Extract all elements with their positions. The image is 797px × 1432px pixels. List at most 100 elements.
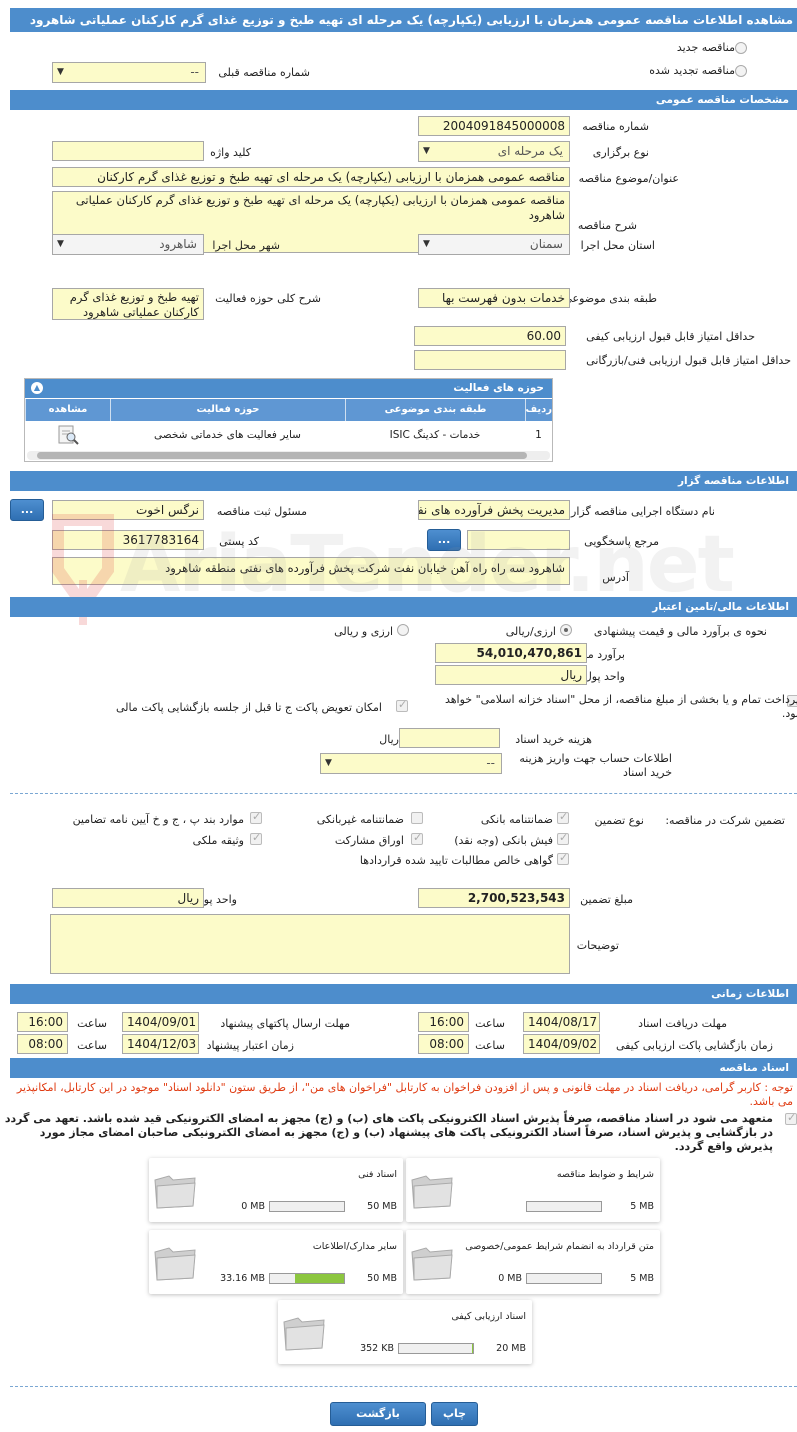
open-quality-label: زمان بازگشایی پاکت ارزیابی کیفی [615, 1039, 773, 1052]
province-label: استان محل اجرا [580, 239, 655, 252]
commitment-checkbox[interactable] [785, 1111, 797, 1125]
scope-field[interactable]: تهیه طبخ و توزیع غذای گرم کارکنان عملیات… [52, 288, 204, 320]
folder-icon [154, 1175, 196, 1209]
documents-header: اسناد مناقصه [10, 1058, 797, 1078]
doc-card-terms[interactable]: شرایط و ضوابط مناقصه 5 MB [406, 1158, 660, 1222]
doc-card-max: 5 MB [630, 1201, 654, 1212]
registrar-lookup-button[interactable]: ... [10, 499, 44, 521]
doc-card-progress-fill [295, 1274, 344, 1283]
scope-label: شرح کلی حوزه فعالیت [215, 292, 321, 305]
send-envelopes-time-label: ساعت [77, 1017, 107, 1030]
currency-and-rial-radio[interactable] [397, 624, 409, 636]
validity-time[interactable]: 08:00 [17, 1034, 68, 1054]
tender-number-field[interactable]: 2004091845000008 [418, 116, 570, 136]
send-envelopes-time[interactable]: 16:00 [17, 1012, 68, 1032]
unit-label: واحد پول [583, 670, 625, 683]
doc-card-current: 352 KB [360, 1343, 394, 1354]
chevron-down-icon: ▼ [57, 67, 64, 77]
doc-card-contract[interactable]: متن قرارداد به انضمام شرایط عمومی/خصوصی … [406, 1230, 660, 1294]
doc-cost-field[interactable] [399, 728, 500, 748]
property-label: وثیقه ملکی [192, 834, 244, 847]
doc-cost-unit: ریال [379, 733, 399, 746]
finance-header: اطلاعات مالی/تامین اعتبار [10, 597, 797, 617]
back-button[interactable]: بازگشت [330, 1402, 426, 1426]
view-icon[interactable] [25, 421, 110, 449]
renewed-tender-radio[interactable] [735, 65, 747, 77]
min-technical-field[interactable] [414, 350, 566, 370]
col-index: ردیف [525, 399, 552, 421]
min-quality-field[interactable]: 60.00 [414, 326, 566, 346]
doc-card-progress [398, 1343, 474, 1354]
validity-date[interactable]: 1404/12/03 [122, 1034, 199, 1054]
min-quality-label: حداقل امتیاز قابل قبول ارزیابی کیفی [586, 330, 755, 343]
doc-card-title: سایر مدارک/اطلاعات [312, 1241, 397, 1252]
net-claims-label: گواهی خالص مطالبات تایید شده قراردادها [359, 854, 553, 867]
guarantee-amount-field[interactable]: 2,700,523,543 [418, 888, 570, 908]
subject-field[interactable]: مناقصه عمومی همزمان با ارزیابی (یکپارچه)… [52, 167, 570, 187]
folder-icon [154, 1247, 196, 1281]
keyword-field[interactable] [52, 141, 204, 161]
folder-icon [411, 1175, 453, 1209]
doc-card-progress [526, 1201, 602, 1212]
doc-card-progress [269, 1201, 345, 1212]
account-select[interactable]: -- ▼ [320, 753, 502, 774]
notes-label: توضیحات [576, 939, 619, 952]
non-bank-guarantee-checkbox[interactable] [411, 812, 423, 824]
envelope-swap-label: امکان تعویض پاکت ج تا قبل از جلسه بازگشا… [116, 701, 382, 714]
timing-header: اطلاعات زمانی [10, 984, 797, 1004]
doc-card-current: 0 MB [498, 1273, 522, 1284]
validity-time-label: ساعت [77, 1039, 107, 1052]
doc-card-technical[interactable]: اسناد فنی 50 MB 0 MB [149, 1158, 403, 1222]
unit-field[interactable]: ریال [435, 665, 587, 685]
clauses-checkbox[interactable] [250, 810, 262, 824]
province-select[interactable]: سمنان ▼ [418, 234, 570, 255]
islamic-treasury-label: پرداخت تمام و یا بخشی از مبلغ مناقصه، از… [444, 693, 797, 720]
receive-docs-date[interactable]: 1404/08/17 [523, 1012, 600, 1032]
guarantee-unit-field[interactable]: ریال [52, 888, 204, 908]
clauses-label: موارد بند پ ، ج و خ آیین نامه تضامین [72, 813, 244, 826]
col-category: طبقه بندی موضوعی [345, 399, 525, 421]
holding-type-select[interactable]: یک مرحله ای ▼ [418, 141, 570, 162]
org-name-label: نام دستگاه اجرایی مناقصه گزار [571, 505, 715, 518]
open-quality-date[interactable]: 1404/09/02 [523, 1034, 600, 1054]
table-row: 1 خدمات - کدینگ ISIC سایر فعالیت های خدم… [25, 421, 552, 449]
tender-number-label: شماره مناقصه [582, 120, 649, 133]
open-quality-time[interactable]: 08:00 [418, 1034, 469, 1054]
currency-rial-radio[interactable] [560, 624, 572, 636]
participation-bonds-checkbox[interactable] [411, 831, 423, 845]
guarantee-type-label: نوع تضمین [594, 814, 644, 827]
doc-card-progress-fill [471, 1344, 473, 1353]
new-tender-radio[interactable] [735, 42, 747, 54]
property-checkbox[interactable] [250, 831, 262, 845]
net-claims-checkbox[interactable] [557, 851, 569, 865]
receive-docs-time-label: ساعت [475, 1017, 505, 1030]
estimate-field[interactable]: 54,010,470,861 [435, 643, 587, 663]
doc-card-other[interactable]: سایر مدارک/اطلاعات 50 MB 33.16 MB [149, 1230, 403, 1294]
print-button[interactable]: چاپ [431, 1402, 478, 1426]
participation-bonds-label: اوراق مشارکت [334, 834, 404, 847]
previous-number-label: شماره مناقصه قبلی [218, 66, 310, 79]
org-name-field[interactable]: مدیریت پخش فرآورده های نفتی منطقه شاهرود [418, 500, 570, 520]
method-label: نحوه ی برآورد مالی و قیمت پیشنهادی [593, 625, 767, 638]
scrollbar-thumb[interactable] [37, 452, 527, 459]
doc-card-quality[interactable]: اسناد ارزیابی کیفی 20 MB 352 KB [278, 1300, 532, 1364]
bank-receipt-checkbox[interactable] [557, 831, 569, 845]
doc-card-current: 33.16 MB [220, 1273, 265, 1284]
previous-number-value: -- [190, 65, 199, 79]
documents-note: توجه : کاربر گرامی، دریافت اسناد در مهلت… [16, 1081, 793, 1108]
envelope-swap-checkbox[interactable] [396, 698, 408, 712]
notes-field[interactable] [50, 914, 570, 974]
receive-docs-time[interactable]: 16:00 [418, 1012, 469, 1032]
folder-icon [411, 1247, 453, 1281]
previous-number-select[interactable]: -- ▼ [52, 62, 206, 83]
horizontal-scrollbar[interactable] [27, 451, 550, 460]
bank-guarantee-checkbox[interactable] [557, 810, 569, 824]
collapse-icon[interactable]: ▲ [31, 382, 43, 394]
bank-guarantee-label: ضمانتنامه بانکی [480, 813, 553, 826]
send-envelopes-date[interactable]: 1404/09/01 [122, 1012, 199, 1032]
city-select[interactable]: شاهرود ▼ [52, 234, 204, 255]
category-label: طبقه بندی موضوعی [563, 292, 657, 305]
category-field[interactable]: خدمات بدون فهرست بها [418, 288, 570, 308]
doc-cost-label: هزینه خرید اسناد [515, 733, 592, 746]
row-category: خدمات - کدینگ ISIC [389, 429, 481, 441]
